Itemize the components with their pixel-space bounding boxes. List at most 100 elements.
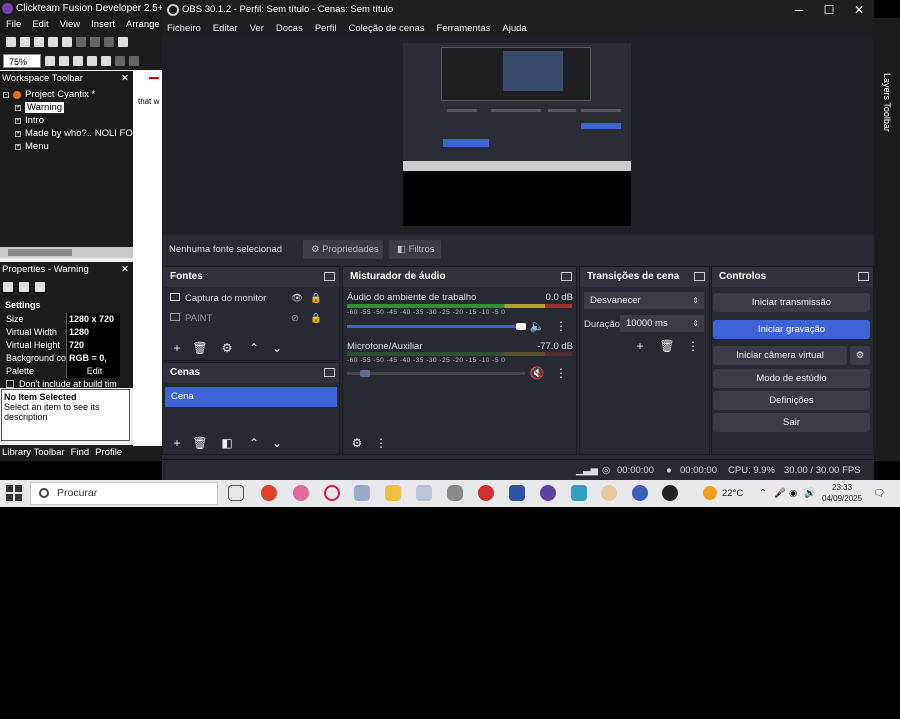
muted-speaker-icon[interactable]: 🔇 (527, 365, 547, 381)
paint-icon[interactable] (354, 485, 370, 501)
tab-profile[interactable]: Profile (95, 445, 122, 461)
clickteam-app-icon[interactable] (540, 485, 556, 501)
prop-row-background-color[interactable]: Background coloRGB = 0, (0, 352, 120, 365)
hidden-eye-icon[interactable]: ⊘ (291, 313, 299, 324)
align-icon[interactable] (87, 56, 97, 66)
redo-icon[interactable] (104, 37, 114, 47)
transition-menu-icon[interactable]: ⋮ (683, 338, 703, 354)
help-icon[interactable] (118, 37, 128, 47)
tab-library-toolbar[interactable]: Library Toolbar (2, 445, 65, 461)
popout-icon[interactable] (561, 272, 572, 281)
opera-icon[interactable] (324, 485, 340, 501)
prop-value[interactable]: 720 (66, 339, 120, 352)
collapse-icon[interactable]: - (3, 91, 9, 98)
virtual-camera-gear-icon[interactable]: ⚙ (850, 346, 870, 365)
popout-icon[interactable] (324, 368, 335, 377)
snap-icon[interactable] (101, 56, 111, 66)
mouse-app-icon[interactable] (447, 485, 463, 501)
add-transition-icon[interactable]: + (630, 338, 650, 354)
add-source-icon[interactable]: + (167, 340, 187, 356)
menu-insert[interactable]: Insert (91, 18, 115, 32)
prop-row-virtual-width[interactable]: Virtual Width 1280 (0, 326, 120, 339)
source-item-paint[interactable]: PAINT ⊘ 🔒 (170, 313, 330, 324)
tree-item-menu[interactable]: + Menu (15, 141, 49, 152)
start-virtual-camera-button[interactable]: Iniciar câmera virtual (713, 346, 847, 365)
blue-app-icon[interactable] (571, 485, 587, 501)
volume-icon[interactable]: 🔊 (804, 480, 816, 507)
transition-select[interactable]: Desvanecer ⇕ (584, 292, 704, 309)
norton-icon[interactable]: ◉ (789, 480, 797, 507)
popout-icon[interactable] (858, 272, 869, 281)
menu-perfil[interactable]: Perfil (315, 20, 337, 37)
speaker-icon[interactable]: 🔈 (527, 318, 547, 334)
grid-icon[interactable] (73, 56, 83, 66)
move-down-icon[interactable]: ⌄ (267, 340, 287, 356)
palette-edit-button[interactable]: Edit (66, 365, 120, 378)
remove-scene-icon[interactable]: 🗑 (190, 435, 210, 451)
prop-value[interactable]: 1280 (66, 326, 120, 339)
firefox-icon[interactable] (293, 485, 309, 501)
expand-icon[interactable]: + (15, 117, 21, 124)
paste-icon[interactable] (76, 37, 86, 47)
red-app-icon[interactable] (478, 485, 494, 501)
properties-button[interactable]: ⚙ Propriedades (303, 240, 383, 259)
channel-menu-icon[interactable]: ⋮ (551, 318, 571, 334)
start-streaming-button[interactable]: Iniciar transmissão (713, 293, 870, 312)
expand-icon[interactable]: + (15, 143, 21, 150)
tree-item-intro[interactable]: + Intro (15, 115, 44, 126)
scene-item-cena[interactable]: Cena (165, 387, 337, 407)
close-icon[interactable]: ✕ (844, 0, 874, 20)
remove-source-icon[interactable]: 🗑 (190, 340, 210, 356)
move-down-icon[interactable]: ⌄ (267, 435, 287, 451)
menu-editar[interactable]: Editar (213, 20, 238, 37)
duration-spinbox[interactable]: 10000 ms ⇕ (620, 315, 704, 332)
remove-transition-icon[interactable]: 🗑 (657, 338, 677, 354)
task-view-icon[interactable] (228, 485, 244, 501)
menu-docas[interactable]: Docas (276, 20, 303, 37)
prop-value[interactable]: 1280 x 720 (66, 313, 120, 326)
channel-mic-volume-slider[interactable] (347, 372, 525, 375)
monitor-app-icon[interactable] (509, 485, 525, 501)
lock-icon[interactable]: 🔒 (310, 293, 322, 304)
bold-icon[interactable] (129, 56, 139, 66)
tree-item-warning[interactable]: + Warning (15, 102, 65, 113)
close-icon[interactable]: ✕ (121, 262, 129, 278)
visibility-eye-icon[interactable]: 👁 (291, 293, 303, 304)
menu-view[interactable]: View (60, 18, 80, 32)
info-icon[interactable] (35, 282, 45, 292)
menu-ferramentas[interactable]: Ferramentas (437, 20, 491, 37)
tree-project[interactable]: - Project Cyantix * (3, 89, 95, 100)
notifications-icon[interactable]: 🗨 (873, 480, 885, 507)
channel-menu-icon[interactable]: ⋮ (551, 365, 571, 381)
mixer-menu-icon[interactable]: ⋮ (371, 435, 391, 451)
microphone-icon[interactable]: 🎤 (774, 480, 786, 507)
italic-icon[interactable] (115, 56, 125, 66)
cut-icon[interactable] (48, 37, 58, 47)
menu-ver[interactable]: Ver (250, 20, 264, 37)
volume-slider-knob[interactable] (360, 370, 370, 377)
maximize-icon[interactable]: ☐ (814, 0, 844, 20)
open-folder-icon[interactable] (20, 37, 30, 47)
weather-temp[interactable]: 22°C (722, 480, 743, 507)
prop-row-virtual-height[interactable]: Virtual Height 720 (0, 339, 120, 352)
preview-canvas[interactable] (403, 43, 631, 226)
windows-start-icon[interactable] (6, 485, 22, 501)
start-recording-button[interactable]: Iniciar gravação (713, 320, 870, 339)
filters-button[interactable]: ◧ Filtros (389, 240, 441, 259)
discord-icon[interactable] (632, 485, 648, 501)
exit-button[interactable]: Sair (713, 413, 870, 432)
close-icon[interactable]: ✕ (121, 71, 129, 87)
move-up-icon[interactable]: ⌃ (244, 340, 264, 356)
notepad-icon[interactable] (416, 485, 432, 501)
minimize-icon[interactable]: ─ (784, 0, 814, 20)
scrollbar-thumb[interactable] (8, 249, 72, 256)
add-scene-icon[interactable]: + (167, 435, 187, 451)
run-icon[interactable] (19, 282, 29, 292)
weather-sun-icon[interactable] (703, 486, 717, 500)
tray-chevron-icon[interactable]: ⌃ (759, 480, 767, 507)
avatar-app-icon[interactable] (601, 485, 617, 501)
menu-arrange[interactable]: Arrange (126, 18, 160, 32)
menu-ficheiro[interactable]: Ficheiro (167, 20, 201, 37)
hand-icon[interactable] (45, 56, 55, 66)
checkbox-icon[interactable] (6, 380, 14, 388)
